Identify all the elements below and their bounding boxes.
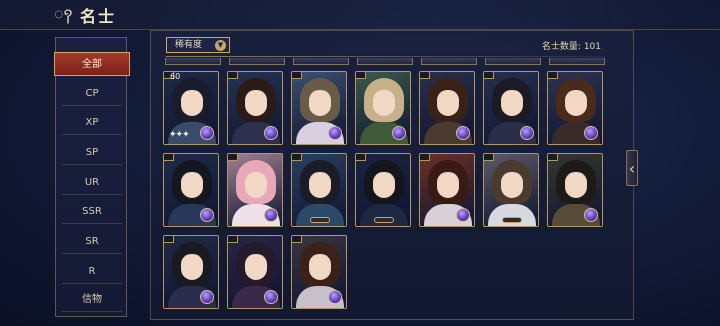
character-face [245, 172, 267, 198]
rarity-tag [228, 154, 238, 161]
sidebar-item-ur[interactable]: UR [62, 171, 122, 195]
sidebar-item-token[interactable]: 信物 [62, 288, 122, 312]
chevron-down-icon: ▼ [215, 40, 226, 51]
character-face [181, 172, 203, 198]
character-card[interactable]: 60 ✦✦✦ [163, 71, 219, 145]
soul-orb-icon [584, 126, 598, 140]
divider [166, 56, 606, 57]
character-card[interactable] [227, 71, 283, 145]
character-card[interactable] [291, 153, 347, 227]
character-card[interactable] [547, 71, 603, 145]
character-card[interactable] [291, 71, 347, 145]
character-card[interactable] [419, 71, 475, 145]
soul-orb-icon [456, 126, 470, 140]
rarity-tag [356, 154, 366, 161]
sidebar-item-sp[interactable]: SP [62, 141, 122, 165]
character-face [373, 90, 395, 116]
rarity-tag [356, 72, 366, 79]
top-bar: ꩍ 名士 [0, 0, 720, 30]
soul-orb-icon [328, 290, 342, 304]
next-page-arrow-icon[interactable]: ‹ [626, 150, 638, 186]
rarity-tag [548, 154, 558, 161]
rarity-tag [228, 72, 238, 79]
character-face [373, 172, 395, 198]
character-card[interactable] [355, 71, 411, 145]
sidebar-item-all[interactable]: 全部 [54, 52, 130, 76]
soul-orb-icon [328, 126, 342, 140]
sidebar-item-r[interactable]: R [62, 260, 122, 284]
character-face [565, 172, 587, 198]
soul-orb-icon [456, 208, 470, 222]
character-face [309, 172, 331, 198]
sidebar-item-cp[interactable]: CP [62, 82, 122, 106]
character-card[interactable] [419, 153, 475, 227]
badge-pill-icon [502, 217, 522, 223]
character-face [437, 90, 459, 116]
character-face [565, 90, 587, 116]
character-face [309, 254, 331, 280]
soul-orb-icon [200, 126, 214, 140]
character-face [501, 90, 523, 116]
rarity-tag [292, 72, 302, 79]
character-card[interactable] [547, 153, 603, 227]
character-card[interactable] [227, 153, 283, 227]
scrolled-card-row [163, 58, 613, 66]
rarity-sidebar: 全部 CP XP SP UR SSR SR R 信物 [54, 37, 130, 317]
character-face [501, 172, 523, 198]
sidebar-item-sr[interactable]: SR [62, 230, 122, 254]
badge-pill-icon [310, 217, 330, 223]
page-title: 名士 [80, 7, 117, 26]
sidebar-item-ssr[interactable]: SSR [62, 200, 122, 224]
soul-orb-icon [200, 290, 214, 304]
character-card[interactable] [483, 71, 539, 145]
soul-orb-icon [264, 208, 278, 222]
rarity-tag [292, 236, 302, 243]
soul-orb-icon [392, 126, 406, 140]
sidebar-item-xp[interactable]: XP [62, 111, 122, 135]
character-face [245, 90, 267, 116]
character-card[interactable] [227, 235, 283, 309]
rarity-tag [292, 154, 302, 161]
character-card[interactable] [163, 235, 219, 309]
star-rank-icon: ✦✦✦ [169, 130, 190, 140]
rarity-tag [548, 72, 558, 79]
rarity-tag [164, 154, 174, 161]
soul-orb-icon [200, 208, 214, 222]
character-card[interactable] [163, 153, 219, 227]
soul-orb-icon [520, 126, 534, 140]
rarity-tag [228, 236, 238, 243]
character-face [181, 254, 203, 280]
rarity-tag [484, 154, 494, 161]
card-level: 60 [170, 72, 181, 81]
rarity-filter-label: 稀有度 [175, 40, 203, 50]
character-face [437, 172, 459, 198]
character-card[interactable] [355, 153, 411, 227]
character-face [181, 90, 203, 116]
cloud-swirl-icon: ꩍ [54, 4, 73, 23]
character-face [309, 90, 331, 116]
soul-orb-icon [264, 126, 278, 140]
character-count: 名士数量: 101 [541, 42, 601, 52]
rarity-filter-dropdown[interactable]: 稀有度 ▼ [166, 37, 230, 53]
soul-orb-icon [584, 208, 598, 222]
soul-orb-icon [264, 290, 278, 304]
badge-pill-icon [374, 217, 394, 223]
character-card[interactable] [291, 235, 347, 309]
character-panel: 稀有度 ▼ 名士数量: 101 60 ✦✦✦ [150, 30, 634, 320]
rarity-tag [164, 236, 174, 243]
rarity-tag [420, 154, 430, 161]
character-face [245, 254, 267, 280]
rarity-tag [484, 72, 494, 79]
rarity-tag [420, 72, 430, 79]
character-card[interactable] [483, 153, 539, 227]
